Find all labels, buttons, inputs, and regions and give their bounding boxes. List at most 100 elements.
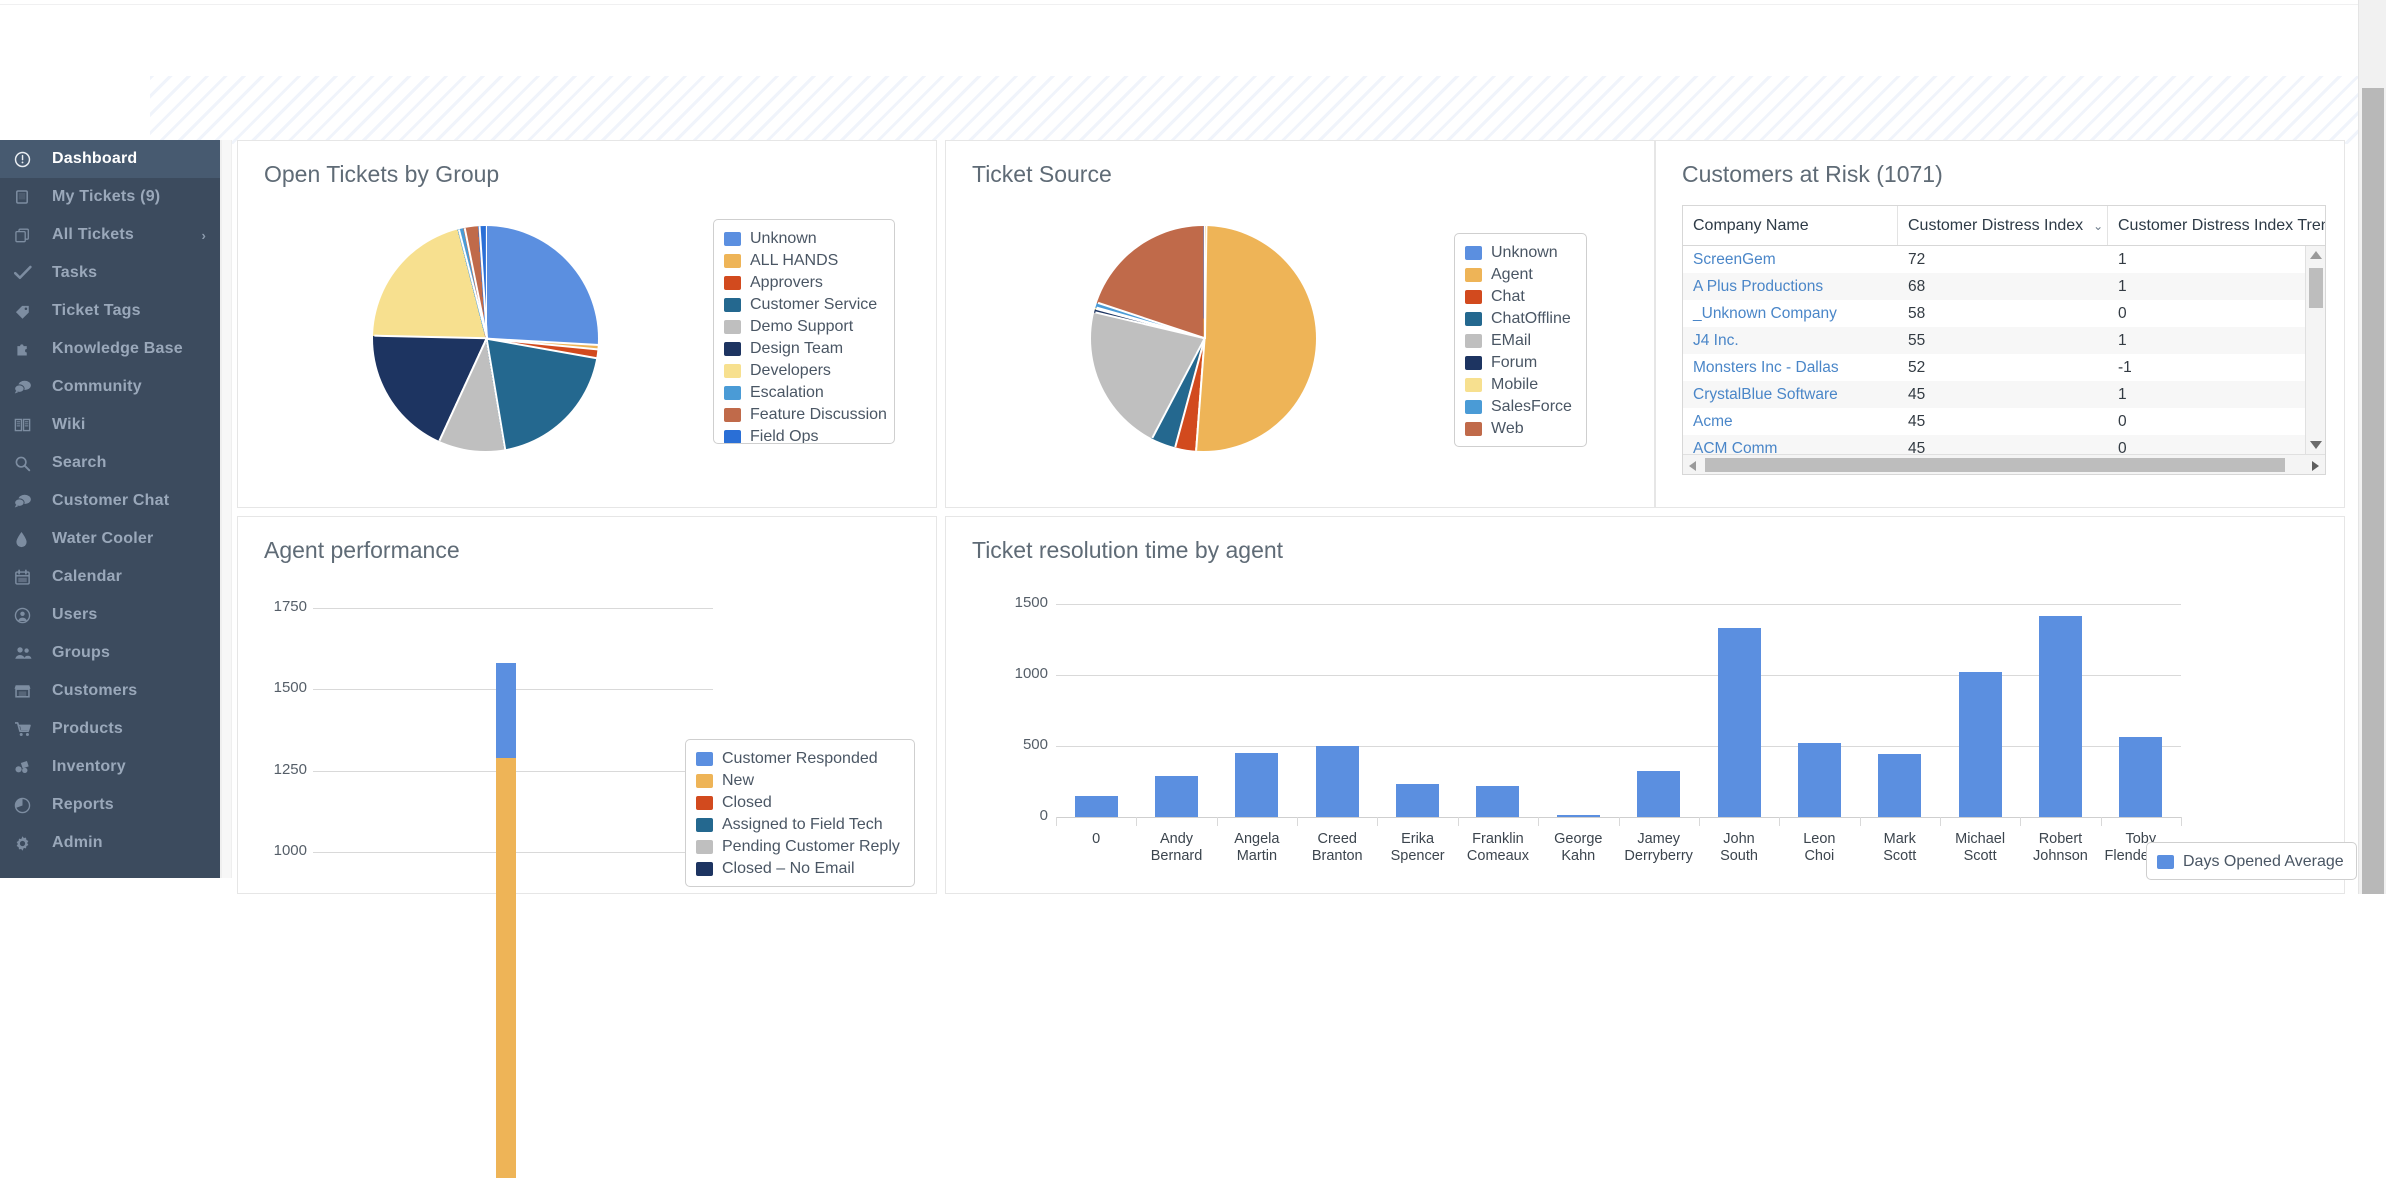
legend-item[interactable]: Unknown bbox=[724, 228, 882, 250]
legend-item[interactable]: Approvers bbox=[724, 272, 882, 294]
chevron-right-icon[interactable]: › bbox=[201, 228, 206, 243]
table-hscroll-thumb[interactable] bbox=[1705, 458, 2285, 472]
bar[interactable] bbox=[2038, 616, 2082, 817]
legend-item[interactable]: Unknown bbox=[1465, 242, 1574, 264]
company-name-link[interactable]: A Plus Productions bbox=[1683, 278, 1898, 296]
company-name-link[interactable]: _Unknown Company bbox=[1683, 305, 1898, 323]
bar[interactable] bbox=[1637, 771, 1681, 817]
company-name-link[interactable]: ScreenGem bbox=[1683, 251, 1898, 269]
ticket-source-pie-chart[interactable] bbox=[1091, 225, 1316, 451]
legend-item[interactable]: EMail bbox=[1465, 330, 1574, 352]
open-tickets-pie-chart[interactable] bbox=[373, 226, 599, 451]
sort-chevron-down-icon[interactable]: ⌄ bbox=[2093, 219, 2103, 233]
customers-at-risk-table[interactable]: Company Name Customer Distress Index ⌄ Cust… bbox=[1682, 205, 2326, 475]
sidebar-item-community[interactable]: Community bbox=[0, 368, 220, 406]
sidebar-item-calendar[interactable]: Calendar bbox=[0, 558, 220, 596]
scroll-up-icon[interactable] bbox=[2310, 251, 2322, 259]
sidebar-item-water-cooler[interactable]: Water Cooler bbox=[0, 520, 220, 558]
bar[interactable] bbox=[1797, 743, 1841, 817]
scroll-left-icon[interactable] bbox=[1689, 461, 1696, 471]
bar[interactable] bbox=[1315, 745, 1359, 817]
sidebar-item-customer-chat[interactable]: Customer Chat bbox=[0, 482, 220, 520]
legend-item[interactable]: SalesForce bbox=[1465, 396, 1574, 418]
scroll-down-icon[interactable] bbox=[2310, 441, 2322, 449]
legend-item[interactable]: New bbox=[696, 770, 902, 792]
table-row[interactable]: Monsters Inc - Dallas 52 -1 bbox=[1683, 354, 2325, 381]
sidebar-item-search[interactable]: Search bbox=[0, 444, 220, 482]
page-vscroll-thumb[interactable] bbox=[2362, 88, 2384, 894]
legend-item[interactable]: Days Opened Average bbox=[2157, 851, 2344, 873]
bar[interactable] bbox=[1074, 795, 1118, 817]
sidebar-item-admin[interactable]: Admin bbox=[0, 824, 220, 862]
legend-item[interactable]: ChatOffline bbox=[1465, 308, 1574, 330]
legend-item[interactable]: Feature Discussion bbox=[724, 404, 887, 426]
legend-item[interactable]: Escalation bbox=[724, 382, 882, 404]
sidebar-item-groups[interactable]: Groups bbox=[0, 634, 220, 672]
sidebar-scrollbar-thumb[interactable] bbox=[222, 140, 231, 878]
table-row[interactable]: J4 Inc. 55 1 bbox=[1683, 327, 2325, 354]
table-row[interactable]: _Unknown Company 58 0 bbox=[1683, 300, 2325, 327]
stacked-bar-segment[interactable] bbox=[496, 757, 516, 1178]
legend-item[interactable]: Closed bbox=[696, 792, 902, 814]
stacked-bar-segment[interactable] bbox=[496, 885, 516, 901]
table-vscroll-thumb[interactable] bbox=[2309, 268, 2323, 308]
legend-item[interactable]: ALL HANDS bbox=[724, 250, 882, 272]
table-column-header[interactable]: Customer Distress Index ⌄ bbox=[1898, 206, 2108, 245]
legend-item[interactable]: Demo Support bbox=[724, 316, 882, 338]
sidebar-item-ticket-tags[interactable]: Ticket Tags bbox=[0, 292, 220, 330]
bar[interactable] bbox=[1878, 754, 1922, 817]
table-vertical-scrollbar[interactable] bbox=[2305, 246, 2325, 454]
bar[interactable] bbox=[1958, 671, 2002, 817]
table-column-header[interactable]: Company Name bbox=[1683, 206, 1898, 245]
table-column-header[interactable]: Customer Distress Index Trend bbox=[2108, 206, 2325, 245]
legend-item[interactable]: Customer Service bbox=[724, 294, 882, 316]
sidebar-item-products[interactable]: Products bbox=[0, 710, 220, 748]
page-vertical-scrollbar[interactable] bbox=[2358, 0, 2386, 894]
agent-performance-legend[interactable]: Customer Responded New Closed Assigned to F… bbox=[685, 739, 915, 887]
bar[interactable] bbox=[1476, 785, 1520, 817]
legend-item[interactable]: Pending Customer Reply bbox=[696, 836, 902, 858]
company-name-link[interactable]: CrystalBlue Software bbox=[1683, 386, 1898, 404]
open-tickets-legend[interactable]: Unknown ALL HANDS Approvers Customer Servic… bbox=[713, 219, 895, 444]
sidebar-item-tasks[interactable]: Tasks bbox=[0, 254, 220, 292]
table-row[interactable]: CrystalBlue Software 45 1 bbox=[1683, 381, 2325, 408]
sidebar-item-knowledge-base[interactable]: Knowledge Base bbox=[0, 330, 220, 368]
bar[interactable] bbox=[1155, 775, 1199, 817]
legend-item[interactable]: Developers bbox=[724, 360, 882, 382]
table-horizontal-scrollbar[interactable] bbox=[1683, 454, 2325, 474]
sidebar-item-dashboard[interactable]: Dashboard bbox=[0, 140, 220, 178]
legend-swatch bbox=[1465, 334, 1482, 348]
sidebar-item-inventory[interactable]: Inventory bbox=[0, 748, 220, 786]
sidebar-item-customers[interactable]: Customers bbox=[0, 672, 220, 710]
table-row[interactable]: Acme 45 0 bbox=[1683, 408, 2325, 435]
legend-item[interactable]: Design Team bbox=[724, 338, 882, 360]
bar[interactable] bbox=[2119, 737, 2163, 817]
sidebar-item-all-tickets[interactable]: All Tickets › bbox=[0, 216, 220, 254]
legend-item[interactable]: Web bbox=[1465, 418, 1574, 440]
legend-item[interactable]: Customer Responded bbox=[696, 748, 902, 770]
legend-item[interactable]: Chat bbox=[1465, 286, 1574, 308]
stacked-bar-segment[interactable] bbox=[496, 663, 516, 758]
company-name-link[interactable]: Monsters Inc - Dallas bbox=[1683, 359, 1898, 377]
ticket-source-legend[interactable]: Unknown Agent Chat ChatOffline EMail Forum Mob… bbox=[1454, 233, 1587, 447]
legend-item[interactable]: Agent bbox=[1465, 264, 1574, 286]
ticket-resolution-legend[interactable]: Days Opened Average bbox=[2146, 842, 2357, 880]
sidebar-item-my-tickets-9[interactable]: My Tickets (9) bbox=[0, 178, 220, 216]
company-name-link[interactable]: J4 Inc. bbox=[1683, 332, 1898, 350]
bar[interactable] bbox=[1717, 627, 1761, 817]
table-row[interactable]: ScreenGem 72 1 bbox=[1683, 246, 2325, 273]
legend-item[interactable]: Field Ops bbox=[724, 426, 882, 443]
bar[interactable] bbox=[1396, 784, 1440, 817]
legend-item[interactable]: Assigned to Field Tech bbox=[696, 814, 902, 836]
legend-item[interactable]: Forum bbox=[1465, 352, 1574, 374]
sidebar-item-wiki[interactable]: Wiki bbox=[0, 406, 220, 444]
bar[interactable] bbox=[1556, 814, 1600, 817]
sidebar-item-users[interactable]: Users bbox=[0, 596, 220, 634]
legend-item[interactable]: Mobile bbox=[1465, 374, 1574, 396]
sidebar-item-reports[interactable]: Reports bbox=[0, 786, 220, 824]
table-row[interactable]: A Plus Productions 68 1 bbox=[1683, 273, 2325, 300]
scroll-right-icon[interactable] bbox=[2312, 461, 2319, 471]
bar[interactable] bbox=[1235, 752, 1279, 817]
legend-item[interactable]: Closed – No Email bbox=[696, 858, 902, 880]
company-name-link[interactable]: Acme bbox=[1683, 413, 1898, 431]
